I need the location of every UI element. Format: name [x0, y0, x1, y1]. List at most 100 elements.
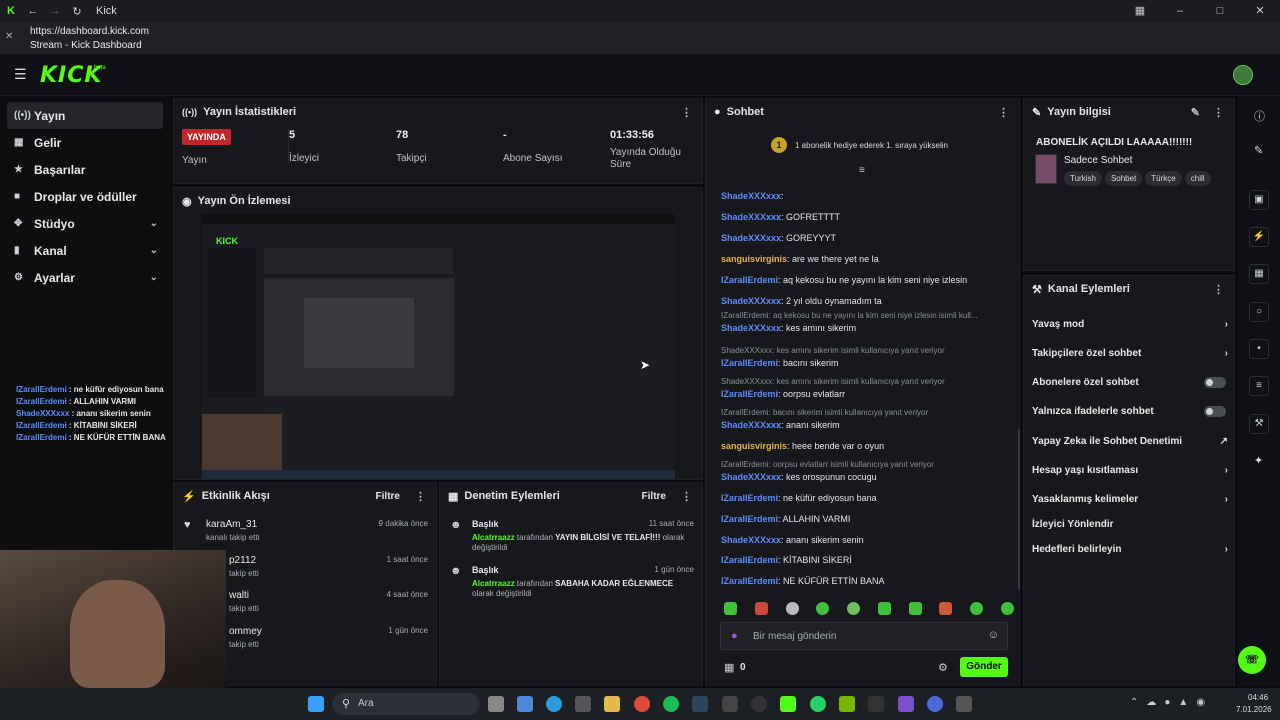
category-name[interactable]: Sadece Sohbet	[1064, 155, 1132, 166]
chat-username[interactable]: IZarallErdemi	[721, 389, 778, 399]
chat-username[interactable]: ShadeXXXxxx	[721, 535, 781, 545]
emote-icon[interactable]	[816, 602, 830, 615]
chat-username[interactable]: IZarallErdemi	[721, 576, 778, 586]
emote-icon[interactable]	[1000, 602, 1014, 615]
taskbar-search[interactable]: ⚲ Ara	[332, 693, 480, 715]
chat-username[interactable]: sanguisvirginis	[721, 254, 787, 264]
mic-icon[interactable]: ●	[731, 630, 738, 642]
nvidia-icon[interactable]	[839, 696, 855, 712]
app-icon[interactable]	[722, 696, 738, 712]
chat-username[interactable]: ShadeXXXxxx	[721, 296, 781, 306]
layout-icon[interactable]: ▣	[1249, 190, 1269, 210]
chrome-icon[interactable]	[634, 696, 650, 712]
emote-icon[interactable]	[877, 602, 891, 615]
reload-icon[interactable]: ↻	[66, 5, 88, 18]
category-thumbnail[interactable]	[1035, 154, 1057, 184]
emote-icon[interactable]	[939, 602, 953, 615]
sidebar-item-studyo[interactable]: ✥ Stüdyo ⌄	[0, 210, 170, 237]
gift-banner[interactable]: 1 1 abonelik hediye ederek 1. sıraya yük…	[771, 137, 948, 153]
sidebar-item-gelir[interactable]: ▦ Gelir	[0, 129, 170, 156]
wrench-icon[interactable]: ⚒	[1249, 414, 1269, 434]
forward-icon[interactable]: →	[44, 5, 66, 17]
bolt-icon[interactable]: ⚡	[1249, 227, 1269, 247]
emote-icon[interactable]	[724, 602, 737, 615]
folder-icon[interactable]	[604, 696, 620, 712]
subscribers-only-toggle[interactable]	[1204, 377, 1226, 388]
windows-start-icon[interactable]	[308, 696, 324, 712]
more-icon[interactable]: ⋮	[415, 490, 426, 503]
steam-icon[interactable]	[692, 696, 708, 712]
pin-toggle-icon[interactable]: ≡	[859, 165, 865, 176]
action-raid[interactable]: İzleyici Yönlendir	[1032, 519, 1228, 530]
kick-app-icon[interactable]	[780, 696, 796, 712]
action-account-age[interactable]: Hesap yaşı kısıtlaması ›	[1032, 465, 1228, 476]
more-icon[interactable]: ⋮	[681, 490, 692, 503]
edit-pencil-icon[interactable]: ✎	[1191, 106, 1200, 119]
sidebar-item-kanal[interactable]: ▮ Kanal ⌄	[0, 237, 170, 264]
extensions-icon[interactable]: ▦	[1120, 0, 1160, 22]
chat-username[interactable]: ShadeXXXxxx	[721, 191, 781, 201]
chat-username[interactable]: IZarallErdemi	[721, 514, 778, 524]
emote-icon[interactable]	[785, 602, 799, 615]
emote-only-toggle[interactable]	[1204, 406, 1226, 417]
emoji-icon[interactable]: ☺	[988, 629, 999, 641]
action-ai-moderation[interactable]: Yapay Zeka ile Sohbet Denetimi ↗	[1032, 436, 1228, 447]
tag[interactable]: chill	[1184, 171, 1211, 186]
tag[interactable]: Turkish	[1064, 171, 1102, 186]
store-icon[interactable]	[575, 696, 591, 712]
sidebar-item-droplar[interactable]: ■ Droplar ve ödüller	[0, 183, 170, 210]
more-icon[interactable]: ⋮	[681, 106, 692, 119]
info-icon[interactable]: ⓘ	[1254, 108, 1265, 124]
more-icon[interactable]: ⋮	[1213, 106, 1224, 119]
chat-username[interactable]: ShadeXXXxxx	[721, 420, 781, 430]
emote-icon[interactable]	[908, 602, 922, 615]
chat-username[interactable]: sanguisvirginis	[721, 441, 787, 451]
whatsapp-icon[interactable]	[810, 696, 826, 712]
tag[interactable]: Türkçe	[1145, 171, 1182, 186]
chat-username[interactable]: ShadeXXXxxx	[721, 212, 781, 222]
app3-icon[interactable]	[956, 696, 972, 712]
chat-username[interactable]: IZarallErdemi	[721, 493, 778, 503]
chat-username[interactable]: ShadeXXXxxx	[721, 472, 781, 482]
more-icon[interactable]: ⋮	[998, 106, 1009, 119]
stack-icon[interactable]: ≡	[1249, 376, 1269, 396]
action-goals[interactable]: Hedefleri belirleyin ›	[1032, 544, 1228, 555]
emote-icon[interactable]	[754, 602, 768, 615]
sidebar-item-ayarlar[interactable]: ⚙ Ayarlar ⌄	[0, 264, 170, 291]
action-slow-mode[interactable]: Yavaş mod ›	[1032, 319, 1228, 330]
edge-icon[interactable]	[546, 696, 562, 712]
chat-settings-icon[interactable]: ⚙	[938, 661, 948, 674]
emote-icon[interactable]	[970, 602, 984, 615]
filter-button[interactable]: Filtre	[376, 491, 400, 502]
obs-icon[interactable]	[751, 696, 767, 712]
widgets-icon[interactable]	[517, 696, 533, 712]
send-button[interactable]: Gönder	[960, 657, 1008, 677]
pencil-icon[interactable]: ✎	[1254, 144, 1263, 157]
app2-icon[interactable]	[927, 696, 943, 712]
sidebar-item-yayin[interactable]: ((•)) Yayın	[7, 102, 163, 129]
chat-bubble-icon[interactable]: ○	[1249, 302, 1269, 322]
support-icon[interactable]: ☏	[1238, 646, 1266, 674]
chat-username[interactable]: IZarallErdemi	[721, 555, 778, 565]
more-icon[interactable]: ⋮	[1213, 283, 1224, 296]
puzzle-icon[interactable]: ✦	[1254, 454, 1263, 467]
close-tab-icon[interactable]: ✕	[5, 31, 13, 42]
minimize-icon[interactable]: –	[1160, 0, 1200, 22]
action-followers-only[interactable]: Takipçilere özel sohbet ›	[1032, 348, 1228, 359]
chat-scrollbar[interactable]	[1018, 429, 1020, 589]
chat-username[interactable]: IZarallErdemi	[721, 358, 778, 368]
clock-date[interactable]: 7.01.2026	[1236, 705, 1272, 714]
url-text[interactable]: https://dashboard.kick.com	[30, 26, 149, 37]
spotify-icon[interactable]	[663, 696, 679, 712]
vs-icon[interactable]	[898, 696, 914, 712]
chat-input[interactable]: ● Bir mesaj gönderin ☺	[720, 622, 1008, 650]
sidebar-item-basarilar[interactable]: ★ Başarılar	[0, 156, 170, 183]
emote-icon[interactable]	[847, 602, 861, 615]
avatar[interactable]	[1233, 65, 1253, 85]
chat-username[interactable]: IZarallErdemi	[721, 275, 778, 285]
chat-username[interactable]: ShadeXXXxxx	[721, 233, 781, 243]
clock-time[interactable]: 04:46	[1248, 693, 1268, 702]
task-view-icon[interactable]	[488, 696, 504, 712]
chat-username[interactable]: ShadeXXXxxx	[721, 323, 781, 333]
g-app-icon[interactable]	[868, 696, 884, 712]
